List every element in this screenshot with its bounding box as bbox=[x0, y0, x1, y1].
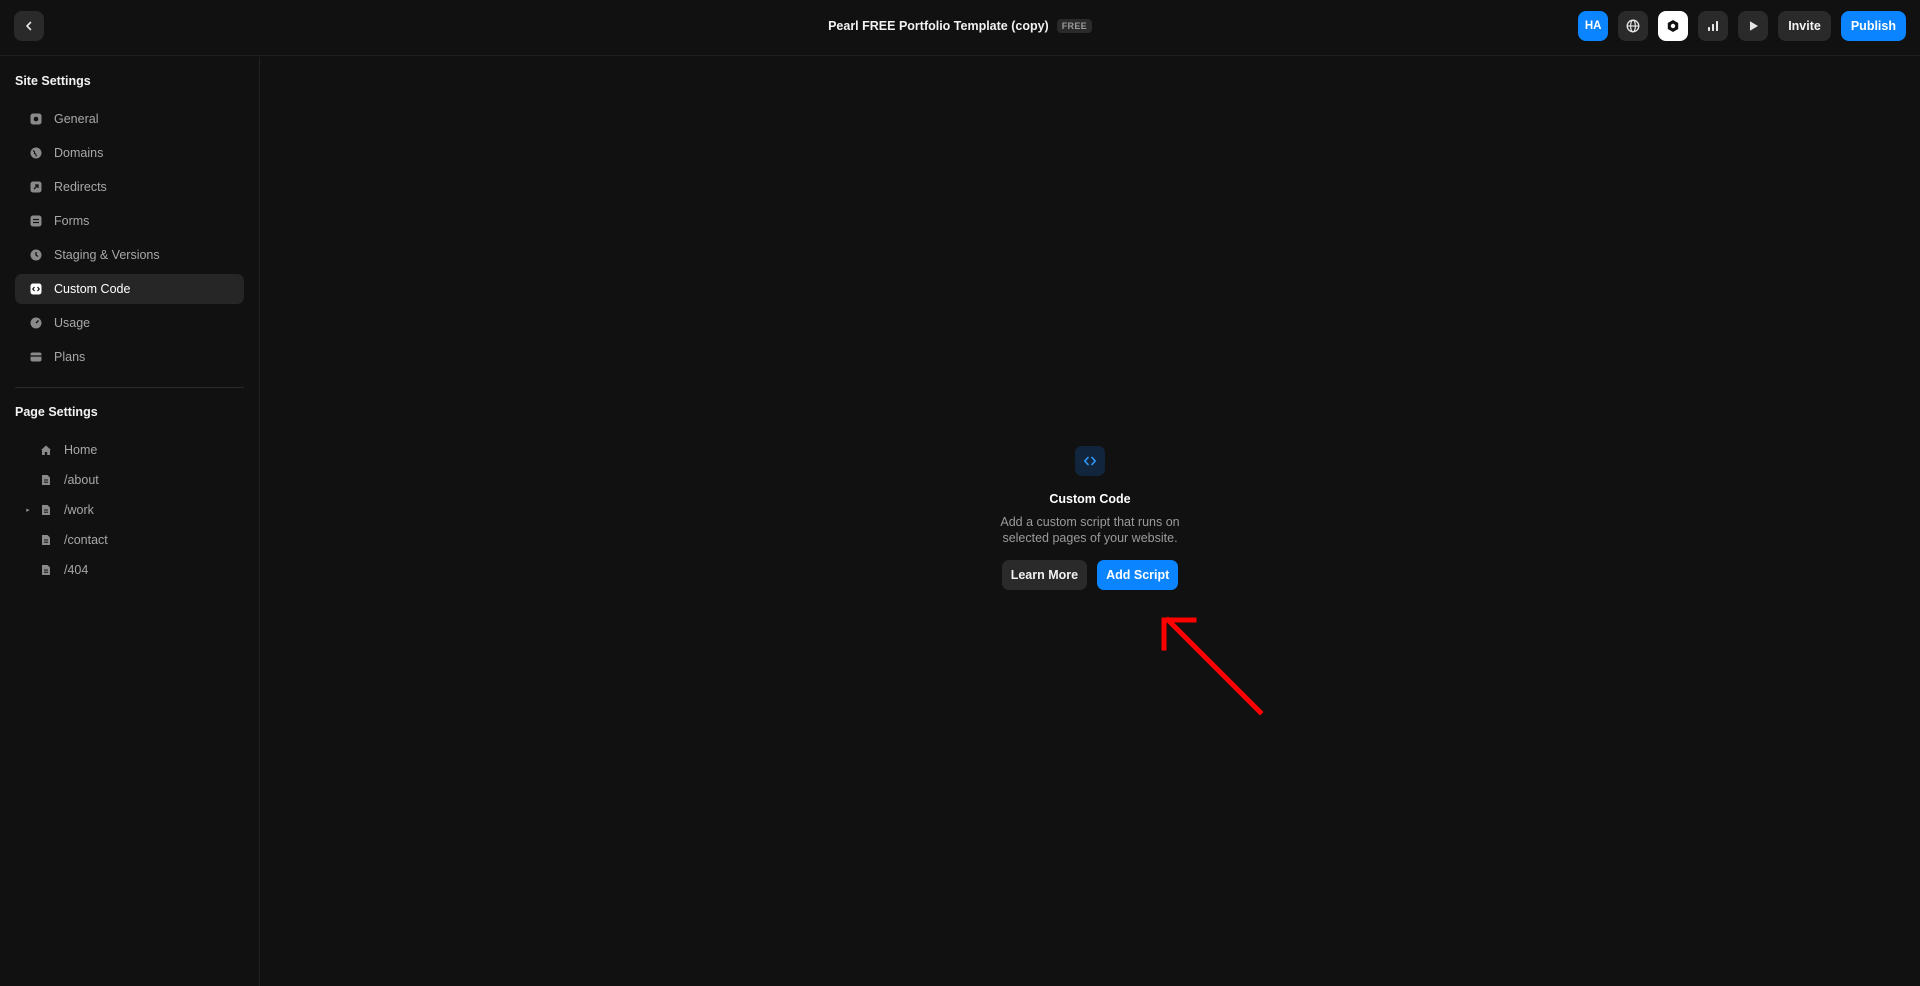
annotation-arrow-icon bbox=[1161, 616, 1264, 716]
empty-state-actions: Learn More Add Script bbox=[1001, 560, 1179, 590]
file-icon bbox=[40, 504, 52, 516]
plan-badge: FREE bbox=[1056, 19, 1092, 33]
sidebar-item-general[interactable]: General bbox=[15, 104, 244, 134]
globe-icon bbox=[30, 147, 42, 159]
sidebar-item-forms[interactable]: Forms bbox=[15, 206, 244, 236]
home-icon bbox=[40, 444, 52, 456]
settings-hexagon-icon bbox=[1667, 20, 1679, 32]
bar-chart-icon bbox=[1708, 21, 1719, 31]
file-icon bbox=[40, 474, 52, 486]
gauge-icon bbox=[30, 317, 42, 329]
toolbar-right: HA Invite Publish bbox=[1578, 11, 1906, 41]
globe-icon bbox=[1626, 19, 1640, 33]
analytics-button[interactable] bbox=[1698, 11, 1729, 41]
play-icon bbox=[1750, 21, 1759, 31]
page-item-contact[interactable]: /contact bbox=[22, 528, 108, 552]
expand-caret-icon[interactable]: ▸ bbox=[22, 506, 34, 514]
page-item-home[interactable]: Home bbox=[22, 438, 97, 462]
site-settings-heading: Site Settings bbox=[15, 74, 91, 88]
sidebar-item-domains[interactable]: Domains bbox=[15, 138, 244, 168]
empty-state-description: Add a custom script that runs on selecte… bbox=[1000, 515, 1180, 545]
page-item-label: /contact bbox=[64, 533, 108, 547]
invite-button[interactable]: Invite bbox=[1778, 11, 1831, 41]
sidebar-item-label: Staging & Versions bbox=[54, 248, 160, 262]
page-item-label: /work bbox=[64, 503, 94, 517]
sidebar-item-staging-versions[interactable]: Staging & Versions bbox=[15, 240, 244, 270]
general-icon bbox=[30, 113, 42, 125]
add-script-button[interactable]: Add Script bbox=[1097, 560, 1179, 590]
sidebar-item-label: Domains bbox=[54, 146, 104, 160]
redirect-icon bbox=[30, 181, 42, 193]
domains-button[interactable] bbox=[1618, 11, 1649, 41]
sidebar-item-redirects[interactable]: Redirects bbox=[15, 172, 244, 202]
publish-button[interactable]: Publish bbox=[1840, 11, 1906, 41]
sidebar-divider bbox=[15, 387, 244, 388]
file-icon bbox=[40, 534, 52, 546]
card-icon bbox=[30, 351, 42, 363]
file-icon bbox=[40, 564, 52, 576]
code-icon bbox=[30, 283, 42, 295]
sidebar-item-label: General bbox=[54, 112, 99, 126]
sidebar-item-usage[interactable]: Usage bbox=[15, 308, 244, 338]
sidebar-item-label: Custom Code bbox=[54, 282, 131, 296]
empty-state-title: Custom Code bbox=[1049, 492, 1131, 506]
sidebar-item-custom-code[interactable]: Custom Code bbox=[15, 274, 244, 304]
page-item-label: Home bbox=[64, 443, 98, 457]
code-icon bbox=[1075, 446, 1105, 476]
page-item-about[interactable]: /about bbox=[22, 468, 99, 492]
clock-icon bbox=[30, 249, 42, 261]
settings-sidebar: Site Settings General Domains Redirects … bbox=[0, 57, 260, 986]
page-item-label: /404 bbox=[64, 563, 89, 577]
page-item-work[interactable]: ▸ /work bbox=[22, 498, 94, 522]
page-settings-heading: Page Settings bbox=[15, 405, 98, 419]
sidebar-item-label: Redirects bbox=[54, 180, 107, 194]
custom-code-empty-state: Custom Code Add a custom script that run… bbox=[990, 446, 1190, 590]
sidebar-item-label: Forms bbox=[54, 214, 90, 228]
learn-more-button[interactable]: Learn More bbox=[1001, 560, 1088, 590]
project-title: Pearl FREE Portfolio Template (copy) bbox=[828, 19, 1049, 33]
settings-button[interactable] bbox=[1658, 11, 1689, 41]
user-avatar[interactable]: HA bbox=[1578, 11, 1609, 41]
top-bar: Pearl FREE Portfolio Template (copy) FRE… bbox=[0, 0, 1920, 56]
sidebar-item-label: Plans bbox=[54, 350, 86, 364]
sidebar-item-plans[interactable]: Plans bbox=[15, 342, 244, 372]
preview-button[interactable] bbox=[1738, 11, 1769, 41]
sidebar-item-label: Usage bbox=[54, 316, 91, 330]
page-item-404[interactable]: /404 bbox=[22, 558, 88, 582]
form-icon bbox=[30, 215, 42, 227]
page-item-label: /about bbox=[64, 473, 99, 487]
